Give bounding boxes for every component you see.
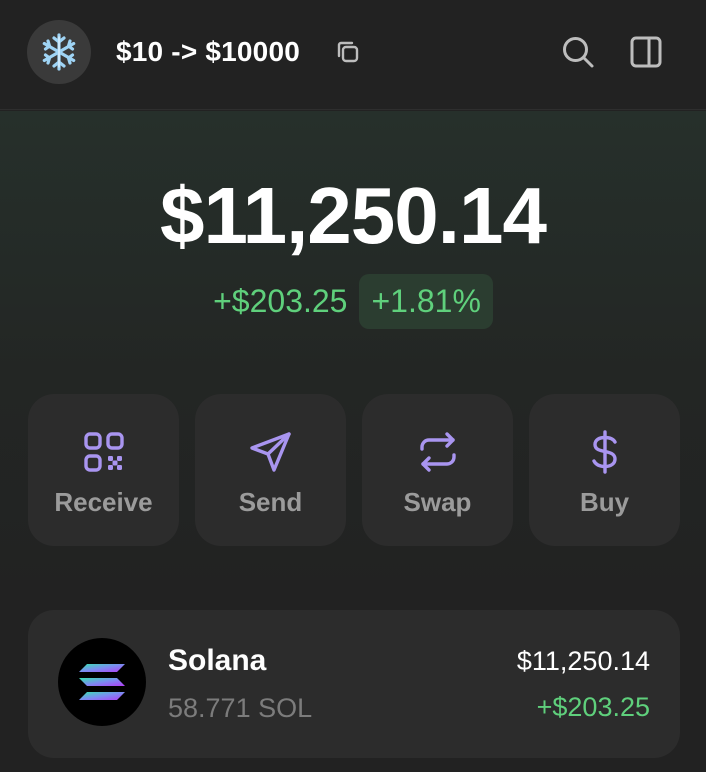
token-name: Solana xyxy=(168,644,267,677)
token-amount: 58.771 SOL xyxy=(168,693,313,723)
token-value: $11,250.14 xyxy=(516,646,650,676)
balance-change-row: +$203.25 +1.81% xyxy=(0,272,706,330)
snowflake-icon xyxy=(42,33,76,71)
send-icon xyxy=(249,432,291,472)
solana-logo-icon xyxy=(58,638,146,726)
buy-label: Buy xyxy=(579,487,630,517)
receive-label: Receive xyxy=(54,487,153,517)
receive-button[interactable]: Receive xyxy=(28,394,179,546)
dollar-icon xyxy=(591,430,617,474)
wallet-app: $10 -> $10000 $11,250.14 +$203.25 +1.81% xyxy=(0,0,706,772)
token-change: +$203.25 xyxy=(536,692,650,722)
copy-icon[interactable] xyxy=(334,38,362,66)
account-avatar[interactable] xyxy=(27,20,91,84)
balance-change-percent-badge: +1.81% xyxy=(359,273,493,329)
buy-button[interactable]: Buy xyxy=(529,394,680,546)
balance-change-amount: +$203.25 xyxy=(213,282,348,319)
side-panel-icon[interactable] xyxy=(628,34,664,70)
token-row-solana[interactable]: Solana 58.771 SOL $11,250.14 +$203.25 xyxy=(28,610,680,758)
total-balance: $11,250.14 xyxy=(160,171,547,260)
solana-bars-icon xyxy=(79,664,125,700)
send-label: Send xyxy=(238,487,303,517)
action-buttons: Receive Send Swap Buy xyxy=(28,394,680,546)
swap-label: Swap xyxy=(403,487,472,517)
send-button[interactable]: Send xyxy=(195,394,346,546)
swap-icon xyxy=(419,432,456,472)
qr-code-icon xyxy=(83,432,124,472)
account-name[interactable]: $10 -> $10000 xyxy=(116,33,300,71)
header: $10 -> $10000 xyxy=(0,0,706,110)
search-icon[interactable] xyxy=(560,34,596,70)
swap-button[interactable]: Swap xyxy=(362,394,513,546)
